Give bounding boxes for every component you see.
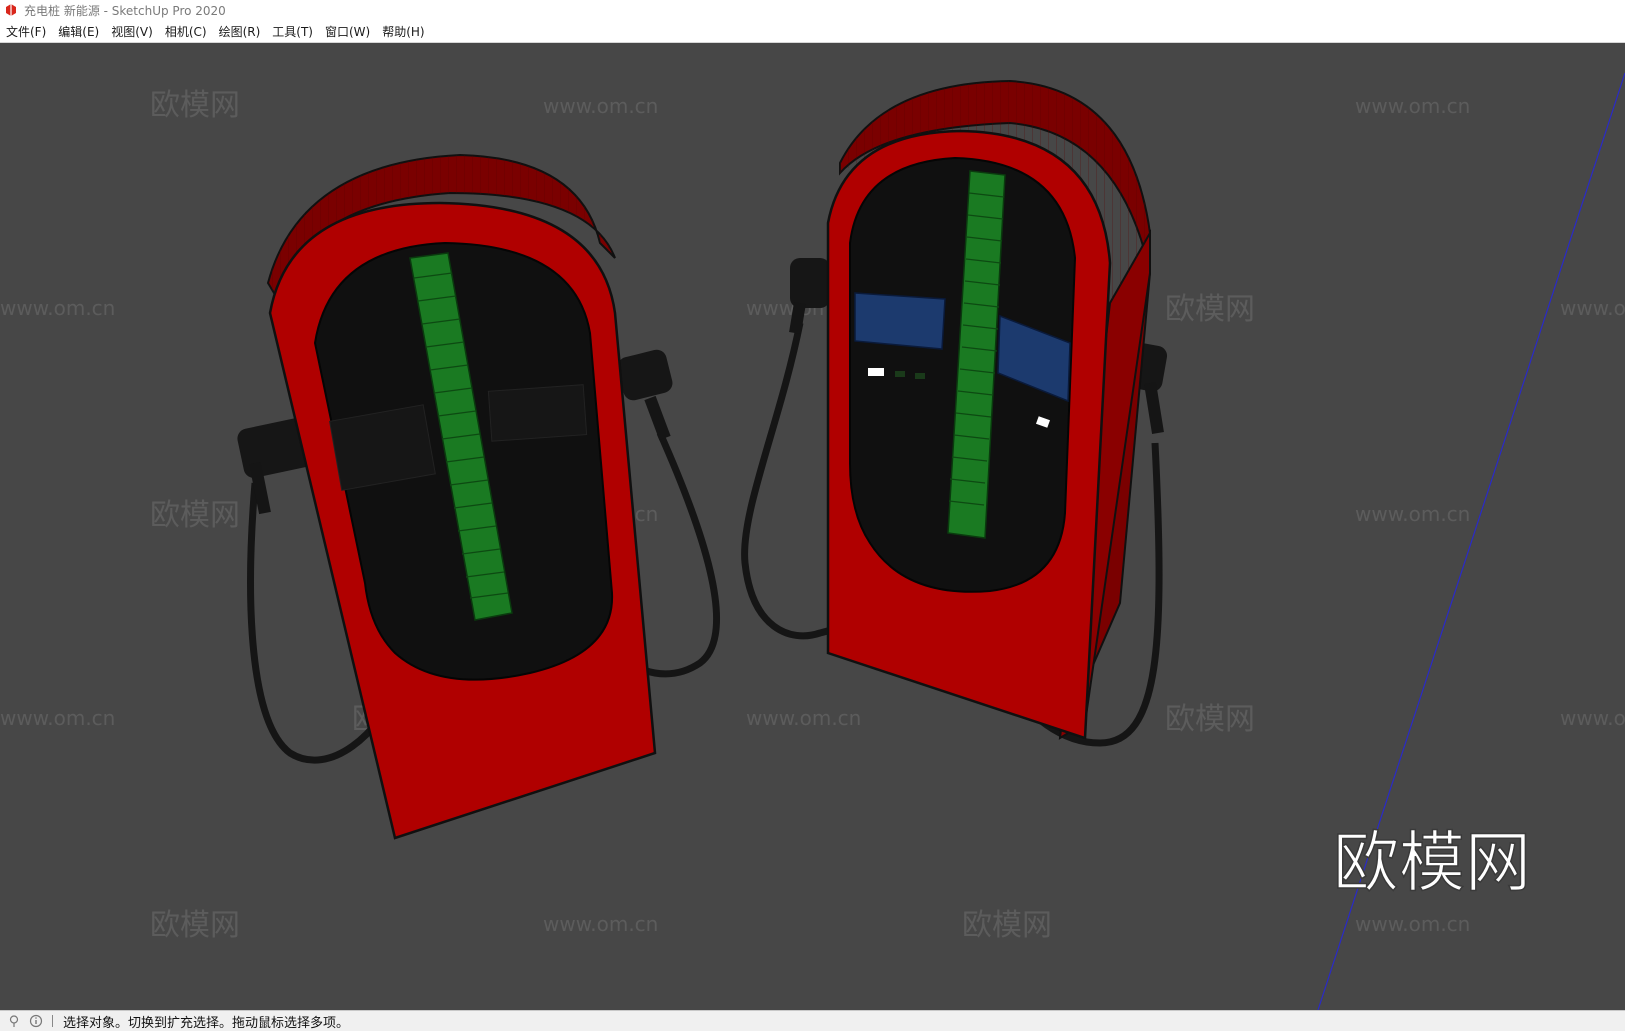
watermark-layer: 欧模网 www.om.cn 欧模网 www.om.cn www.om.cn 欧模… [0, 88, 1625, 943]
menu-window[interactable]: 窗口(W) [325, 23, 370, 40]
watermark-logo: 欧模网 [150, 498, 240, 533]
watermark-logo: 欧模网 [1165, 292, 1255, 327]
watermark-url: www.om.cn [1355, 94, 1470, 118]
watermark-url: www.om.cn [543, 94, 658, 118]
watermark-url: www.om.cn [0, 706, 115, 730]
sketchup-icon [4, 3, 18, 17]
menu-tools[interactable]: 工具(T) [272, 23, 313, 40]
menu-file[interactable]: 文件(F) [6, 23, 46, 40]
title-bar: 充电桩 新能源 - SketchUp Pro 2020 [0, 0, 1625, 20]
watermark-url: www.om.cn [0, 296, 115, 320]
watermark-url: www.om.cn [746, 706, 861, 730]
menu-draw[interactable]: 绘图(R) [219, 23, 261, 40]
watermark-logo: 欧模网 [150, 88, 240, 123]
status-bar: 选择对象。切换到扩充选择。拖动鼠标选择多项。 [0, 1010, 1625, 1031]
geolocation-icon[interactable] [6, 1013, 22, 1029]
status-message: 选择对象。切换到扩充选择。拖动鼠标选择多项。 [63, 1015, 350, 1031]
watermark-logo-large: 欧模网 [1333, 824, 1531, 901]
menu-view[interactable]: 视图(V) [111, 23, 153, 40]
menu-edit[interactable]: 编辑(E) [58, 23, 99, 40]
watermark-url: www.om.cn [1355, 502, 1470, 526]
menu-bar: 文件(F) 编辑(E) 视图(V) 相机(C) 绘图(R) 工具(T) 窗口(W… [0, 20, 1625, 43]
watermark-url: www.om.cn [1560, 296, 1625, 320]
watermark-logo: 欧模网 [962, 908, 1052, 943]
watermark-logo: 欧模网 [1165, 702, 1255, 737]
model-viewport[interactable]: 欧模网 www.om.cn 欧模网 www.om.cn www.om.cn 欧模… [0, 43, 1625, 1010]
menu-camera[interactable]: 相机(C) [165, 23, 207, 40]
info-icon[interactable] [28, 1013, 44, 1029]
status-separator [52, 1015, 53, 1027]
left-charging-station[interactable] [236, 153, 721, 840]
window-title: 充电桩 新能源 - SketchUp Pro 2020 [24, 3, 226, 18]
watermark-url: www.om.cn [1355, 912, 1470, 936]
watermark-url: www.om.cn [543, 912, 658, 936]
watermark-logo: 欧模网 [150, 908, 240, 943]
menu-help[interactable]: 帮助(H) [382, 23, 424, 40]
watermark-url: www.om.cn [1560, 706, 1625, 730]
right-charging-station[interactable] [741, 79, 1169, 747]
